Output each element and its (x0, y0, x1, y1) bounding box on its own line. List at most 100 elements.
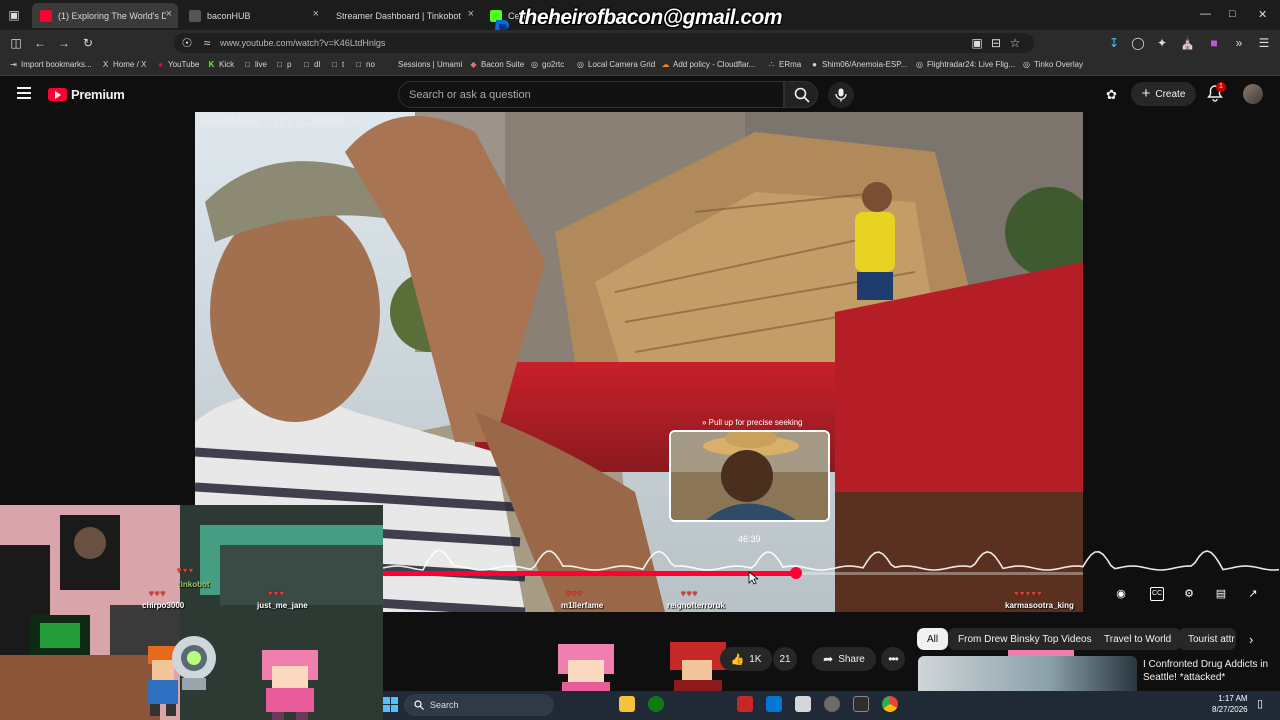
like-count: 1K (749, 653, 762, 665)
bookmark-folder-no[interactable]: □ no (354, 60, 375, 69)
terminal-icon[interactable] (853, 696, 869, 712)
install-app-icon[interactable]: ⊟ (989, 36, 1003, 50)
autoplay-toggle-icon[interactable]: ◉ (1114, 587, 1128, 601)
bookmark-folder-live[interactable]: □ live (243, 60, 267, 69)
file-explorer-icon[interactable] (619, 696, 635, 712)
youtube-logo[interactable]: Premium (48, 87, 125, 102)
search-icon (794, 87, 810, 103)
bookmark-import[interactable]: ⇥ Import bookmarks... (9, 60, 92, 69)
reload-icon[interactable]: ↻ (81, 36, 95, 50)
bookmark-folder-p[interactable]: □ p (275, 60, 291, 69)
bookmark-go2rtc[interactable]: ◎ go2rtc (530, 60, 564, 69)
tab-baconhub[interactable]: baconHUB × (181, 3, 325, 28)
chatter-name: karmasootra_king (1005, 601, 1074, 610)
progress-played (383, 571, 796, 576)
bookmark-folder-dl[interactable]: □ dl (302, 60, 320, 69)
bookmark-tinko-overlay[interactable]: ◎ Tinko Overlay (1022, 60, 1083, 69)
more-dots-icon: ••• (888, 652, 899, 666)
tab-actions-icon[interactable]: ▣ (7, 8, 21, 22)
microphone-icon (835, 88, 847, 102)
back-icon[interactable]: ← (33, 36, 47, 50)
chip-tourist-attractions[interactable]: Tourist attr (1178, 628, 1236, 650)
extensions-icon[interactable]: ✦ (1155, 36, 1169, 50)
search-button[interactable] (784, 81, 818, 108)
recommended-title[interactable]: I Confronted Drug Addicts in Seattle! *a… (1143, 658, 1275, 684)
share-button[interactable]: ➦ Share (812, 647, 876, 671)
bacon-icon: ◆ (470, 60, 477, 69)
go2rtc-icon: ◎ (531, 60, 538, 69)
taskbar-clock[interactable]: 1:17 AM 8/27/2026 (1212, 693, 1248, 715)
video-overlay-title: GARBAGE CITY (CAIRO) — (199, 114, 361, 128)
menu-icon[interactable]: ☰ (1257, 36, 1271, 50)
notification-center-icon[interactable]: ▯ (1257, 697, 1263, 710)
chrome-icon[interactable] (882, 696, 898, 712)
chatter-name: reignofterroruk (667, 601, 725, 610)
comment-count: 21 (779, 653, 791, 665)
progress-scrubber[interactable] (790, 567, 802, 579)
bookmark-bacon-suite[interactable]: ◆ Bacon Suite (469, 60, 524, 69)
hamburger-menu-icon[interactable] (17, 87, 31, 99)
extension-purple-icon[interactable]: ■ (1207, 36, 1221, 50)
windows-start-icon[interactable] (383, 697, 398, 712)
more-arrows-icon[interactable]: » (1232, 36, 1246, 50)
minimize-icon[interactable]: — (1200, 8, 1211, 20)
bookmark-umami[interactable]: Sessions | Umami (386, 60, 462, 69)
bookmark-folder-t[interactable]: □ t (330, 60, 344, 69)
chips-next-icon[interactable]: › (1249, 632, 1253, 647)
like-button[interactable]: 👍 1K (720, 647, 772, 671)
maximize-icon[interactable]: □ (1229, 8, 1236, 20)
shield-icon[interactable]: ⛪ (1180, 36, 1195, 50)
close-tab-icon[interactable]: × (468, 8, 474, 20)
bookmark-local-camera-grid[interactable]: ◎ Local Camera Grid (576, 60, 655, 69)
bookmark-erma[interactable]: ∴ ERma (767, 60, 801, 69)
youtube-favicon-icon (40, 9, 52, 22)
bookmark-star-icon[interactable]: ☆ (1008, 36, 1022, 50)
account-icon[interactable]: ◯ (1131, 36, 1145, 50)
bookmark-cloudflare[interactable]: ☁ Add policy - Cloudflar... (661, 60, 756, 69)
folder-icon: □ (356, 60, 361, 69)
bookmark-youtube[interactable]: ● YouTube (156, 60, 199, 69)
chip-all[interactable]: All (917, 628, 949, 650)
url-field[interactable]: ☉ ≈ www.youtube.com/watch?v=K46LtdHnlgs … (174, 33, 1034, 53)
globe-icon: ◎ (577, 60, 584, 69)
tab-label: (1) Exploring The World's D (58, 10, 166, 21)
chip-from-drew-binsky[interactable]: From Drew Binsky Top Videos (948, 628, 1102, 650)
site-info-icon[interactable]: ☉ (180, 36, 194, 50)
forward-icon[interactable]: → (57, 36, 71, 50)
captions-icon[interactable]: CC (1150, 587, 1164, 601)
settings-gear-icon[interactable]: ⚙ (1182, 587, 1196, 601)
fullscreen-icon[interactable]: ↗ (1246, 587, 1260, 601)
taskbar-search[interactable]: Search (404, 694, 554, 716)
settings-app-icon[interactable] (824, 696, 840, 712)
more-actions-button[interactable]: ••• (881, 647, 905, 671)
tab-streamer-dashboard[interactable]: Streamer Dashboard | Tinkobot × (328, 3, 480, 28)
recommended-thumbnail[interactable] (918, 656, 1137, 696)
miniplayer-icon[interactable]: ▤ (1214, 587, 1228, 601)
cast-extension-icon[interactable]: ✿ (1106, 87, 1117, 103)
bookmark-shim06[interactable]: ● Shim06/Anemoia-ESP... (810, 60, 907, 69)
tune-icon[interactable]: ≈ (200, 36, 214, 50)
notifications-button[interactable]: 1 (1207, 82, 1226, 102)
create-button[interactable]: + Create (1131, 82, 1196, 106)
app-window-icon[interactable] (795, 696, 811, 712)
bookmark-flightradar[interactable]: ◎ Flightradar24: Live Flig... (915, 60, 1015, 69)
bookmark-kick[interactable]: K Kick (207, 60, 235, 69)
youtube-header: Premium Search or ask a question ✿ + Cre… (0, 77, 1280, 112)
download-icon[interactable]: ↧ (1107, 36, 1121, 50)
chip-travel-to-world[interactable]: Travel to World (1094, 628, 1182, 650)
voice-search-button[interactable] (828, 82, 854, 108)
close-tab-icon[interactable]: × (166, 8, 172, 20)
xbox-icon[interactable] (648, 696, 664, 712)
vscode-icon[interactable] (766, 696, 782, 712)
sidebar-toggle-icon[interactable]: ◫ (9, 36, 23, 50)
search-input[interactable]: Search or ask a question (398, 81, 784, 108)
tab-youtube[interactable]: (1) Exploring The World's D × (32, 3, 178, 28)
bookmark-home-x[interactable]: X Home / X (101, 60, 147, 69)
chatter-hearts: ♥♥♥♥♥ (1014, 589, 1043, 598)
close-tab-icon[interactable]: × (313, 8, 319, 20)
picture-in-picture-icon[interactable]: ▣ (970, 36, 984, 50)
close-window-icon[interactable]: ✕ (1258, 8, 1267, 21)
avatar[interactable] (1243, 84, 1263, 104)
comments-button[interactable]: 21 (773, 647, 797, 671)
voicemeeter-icon[interactable] (737, 696, 753, 712)
